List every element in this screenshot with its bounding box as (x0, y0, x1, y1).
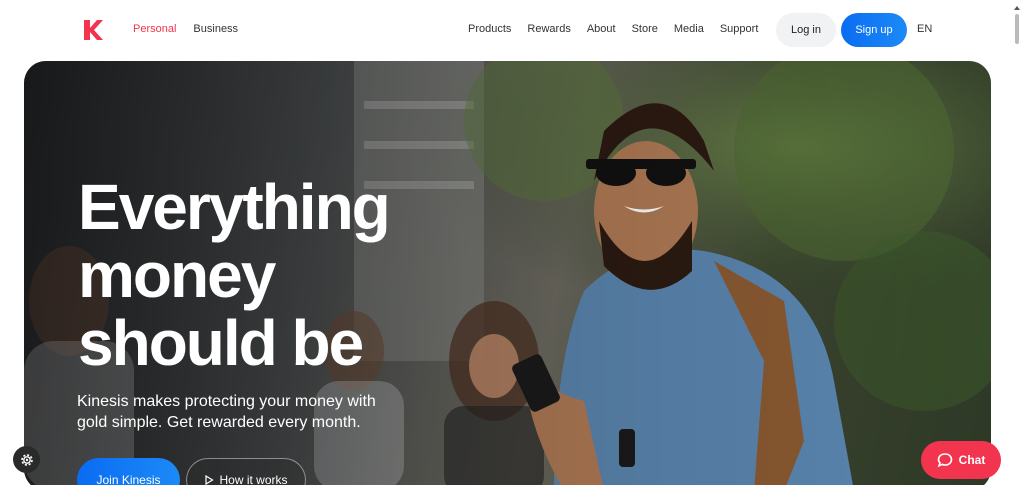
hero-subtitle: Kinesis makes protecting your money with… (77, 393, 376, 431)
segment-switcher: Personal Business (133, 23, 238, 35)
top-navigation: Personal Business Products Rewards About… (0, 0, 1024, 62)
join-kinesis-button[interactable]: Join Kinesis (77, 458, 180, 485)
chat-label: Chat (958, 453, 986, 467)
main-menu: Products Rewards About Store Media Suppo… (468, 23, 758, 35)
language-selector[interactable]: EN (917, 23, 932, 35)
nav-link-support[interactable]: Support (720, 23, 759, 35)
chat-bubble-icon (937, 453, 952, 468)
how-it-works-button[interactable]: How it works (186, 458, 306, 485)
play-icon (205, 475, 215, 485)
nav-link-store[interactable]: Store (632, 23, 658, 35)
signup-button[interactable]: Sign up (841, 13, 907, 47)
hero-banner: Everything money should be Kinesis makes… (24, 61, 991, 485)
segment-business[interactable]: Business (193, 23, 238, 35)
nav-link-products[interactable]: Products (468, 23, 511, 35)
settings-button[interactable] (13, 446, 40, 473)
kinesis-logo-icon[interactable] (82, 18, 104, 42)
page-scrollbar[interactable] (1013, 6, 1021, 48)
gear-icon (20, 453, 33, 466)
login-button[interactable]: Log in (776, 13, 836, 47)
nav-link-media[interactable]: Media (674, 23, 704, 35)
segment-personal[interactable]: Personal (133, 23, 176, 35)
headline-line-1: Everything (78, 171, 391, 243)
nav-link-about[interactable]: About (587, 23, 616, 35)
headline-line-3: should be (78, 307, 364, 379)
nav-link-rewards[interactable]: Rewards (527, 23, 570, 35)
chat-button[interactable]: Chat (921, 441, 1001, 479)
headline-line-2: money (78, 239, 276, 311)
hero-headline: Everything money should be (78, 173, 438, 377)
how-it-works-label: How it works (219, 473, 288, 485)
